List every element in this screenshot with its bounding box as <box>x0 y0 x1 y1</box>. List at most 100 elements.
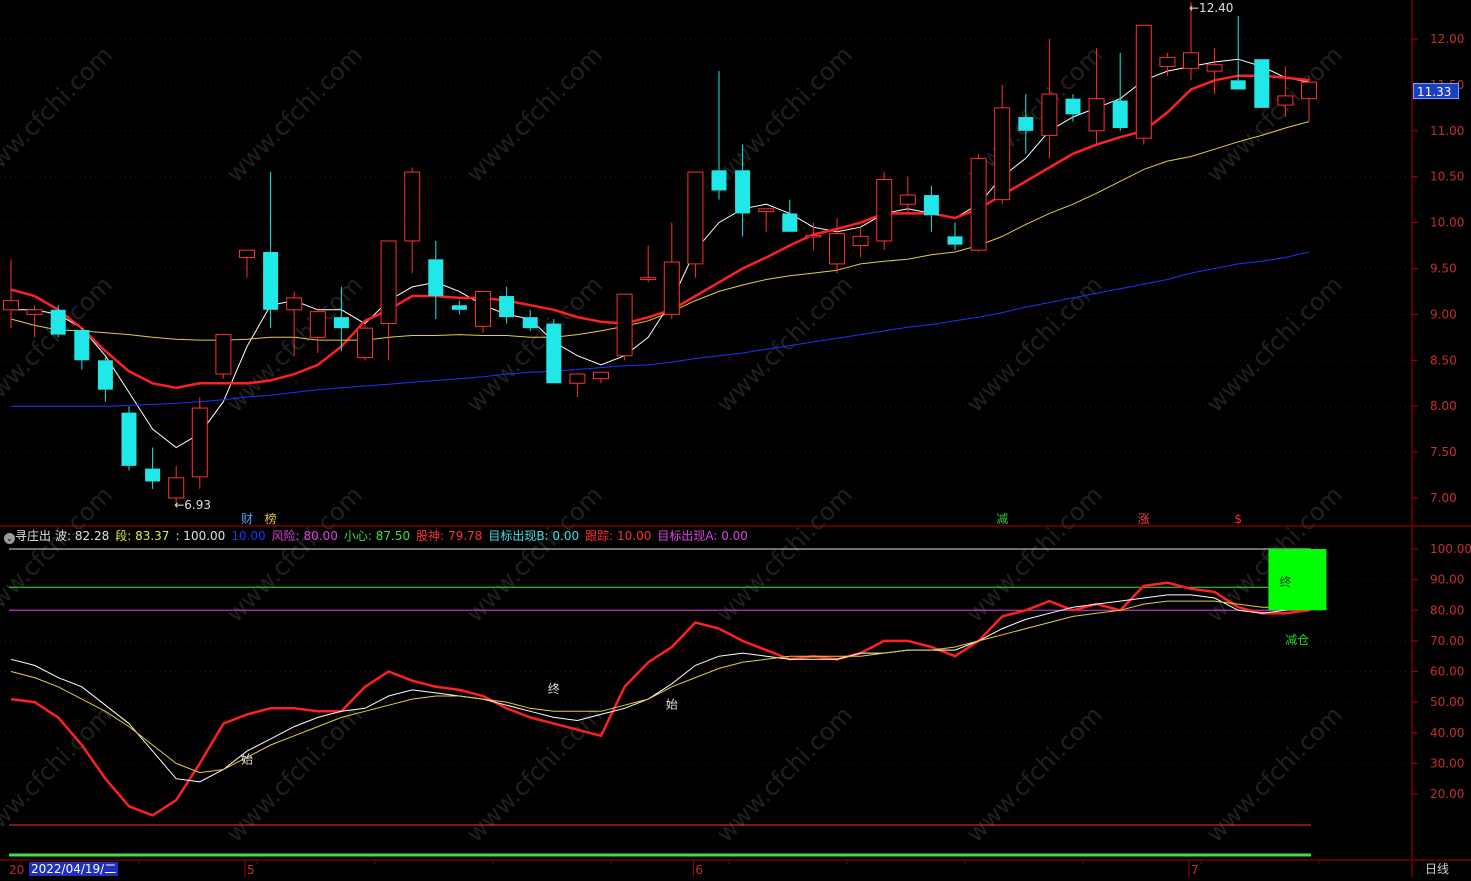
period-selector[interactable]: 日线 <box>1425 861 1449 877</box>
indicator-signal: 始 <box>666 697 678 711</box>
watermark-text: www.cfchi.com <box>221 481 368 628</box>
candle <box>1135 24 1152 145</box>
candle-body <box>1301 81 1317 100</box>
candle-body <box>499 296 515 318</box>
candle-body <box>74 330 90 361</box>
candle-body <box>1135 24 1152 139</box>
high-price-label: ←12.40 <box>1189 1 1233 15</box>
watermark-text: www.cfchi.com <box>1201 701 1348 848</box>
candle-body <box>3 300 19 311</box>
price-axis: 12.0011.5011.0010.5010.009.509.008.508.0… <box>0 32 1464 505</box>
watermark-text: www.cfchi.com <box>0 41 118 188</box>
candle <box>569 373 586 398</box>
price-tick-label: 10.00 <box>1430 216 1464 230</box>
watermark-text: www.cfchi.com <box>1201 41 1348 188</box>
candle <box>805 222 822 251</box>
candle-body <box>852 235 869 247</box>
candle <box>1301 75 1317 122</box>
indicator-tick-label: 30.00 <box>1430 756 1464 770</box>
indicator-value: 小心: 87.50 <box>343 529 411 543</box>
x-axis-month-label: 7 <box>1191 863 1199 877</box>
indicator-header: ⌄ 寻庄出 波: 82.28 段: 83.37: 100.00 10.00 风险: 80.… <box>0 527 1412 545</box>
price-tick-label: 7.50 <box>1430 445 1457 459</box>
candle-body <box>145 468 161 482</box>
candle-body <box>876 178 893 242</box>
candle <box>50 305 66 338</box>
indicator-value: 目标出现B: 0.00 <box>488 529 580 543</box>
candle-body <box>1041 93 1058 136</box>
indicator-tick-label: 70.00 <box>1430 634 1464 648</box>
candle <box>3 259 19 329</box>
candle <box>475 290 491 333</box>
x-axis-month-label: 5 <box>247 863 255 877</box>
candle <box>1041 39 1058 159</box>
candle <box>97 355 113 402</box>
indicator-line <box>10 581 1310 817</box>
collapse-icon[interactable]: ⌄ <box>4 533 15 544</box>
candle <box>428 240 444 319</box>
watermark-text: www.cfchi.com <box>0 481 118 628</box>
candle <box>522 309 538 331</box>
price-tick-label: 9.00 <box>1430 307 1457 321</box>
candle-body <box>404 171 421 242</box>
indicator-line <box>10 600 1310 774</box>
candle <box>145 447 161 489</box>
candle <box>215 334 232 379</box>
candle-body <box>1206 64 1223 72</box>
candle-body <box>239 249 255 258</box>
candle <box>380 240 397 361</box>
candle-body <box>1230 80 1246 90</box>
candle <box>994 84 1011 205</box>
candle <box>711 71 727 200</box>
candle-body <box>333 317 349 329</box>
indicator-value: : 100.00 <box>175 529 226 543</box>
cursor-date: 2022/04/19/二 <box>29 862 119 876</box>
candle-body <box>994 107 1011 201</box>
indicator-signal: 减仓 <box>1285 633 1309 647</box>
watermark-text: www.cfchi.com <box>461 701 608 848</box>
watermark-text: www.cfchi.com <box>961 271 1108 418</box>
candle-body <box>1183 52 1199 69</box>
candle-body <box>50 309 66 335</box>
candle-body <box>1254 59 1270 108</box>
candle <box>1206 48 1223 95</box>
indicator-signal: 终 <box>548 681 560 696</box>
candlestick-series <box>3 2 1317 505</box>
candle-body <box>263 251 279 310</box>
price-tick-label: 8.00 <box>1430 399 1457 413</box>
candle-body <box>97 360 113 390</box>
indicator-value: 风险: 80.00 <box>271 529 338 543</box>
chart-canvas[interactable]: www.cfchi.com www.cfchi.com www.cfchi.com w… <box>0 0 1471 877</box>
candle-body <box>735 170 751 214</box>
candle <box>309 309 326 353</box>
candle-body <box>1065 98 1081 115</box>
indicator-values: 波: 82.28 段: 83.37: 100.00 10.00 风险: 80.00 小心… <box>55 529 754 543</box>
x-axis: 20 5 6 7 <box>9 860 1320 877</box>
candle-body <box>428 259 444 297</box>
candle-body <box>970 157 987 251</box>
candle <box>404 167 421 274</box>
indicator-signal: 始 <box>241 752 253 766</box>
candle <box>782 199 798 232</box>
price-tick-label: 10.50 <box>1430 170 1464 184</box>
candle-body <box>1112 100 1128 129</box>
indicator-tick-label: 20.00 <box>1430 787 1464 801</box>
signal-marker: 涨 <box>1138 511 1150 526</box>
watermark-text: www.cfchi.com <box>711 481 858 628</box>
candle-body <box>947 236 963 245</box>
candle-body <box>687 171 704 265</box>
candle <box>451 300 467 315</box>
candle-body <box>168 477 185 499</box>
candle-body <box>475 290 491 327</box>
candle-body <box>1088 98 1105 132</box>
candle-body <box>829 233 845 265</box>
candle-body <box>782 213 798 232</box>
candle <box>1254 59 1270 108</box>
candle-body <box>26 309 43 315</box>
indicator-tick-label: 90.00 <box>1430 573 1464 587</box>
price-tick-label: 9.50 <box>1430 262 1457 276</box>
candle-body <box>451 305 467 310</box>
candle-body <box>286 297 303 311</box>
price-tick-label: 7.00 <box>1430 491 1457 505</box>
candle-body <box>1018 117 1034 131</box>
